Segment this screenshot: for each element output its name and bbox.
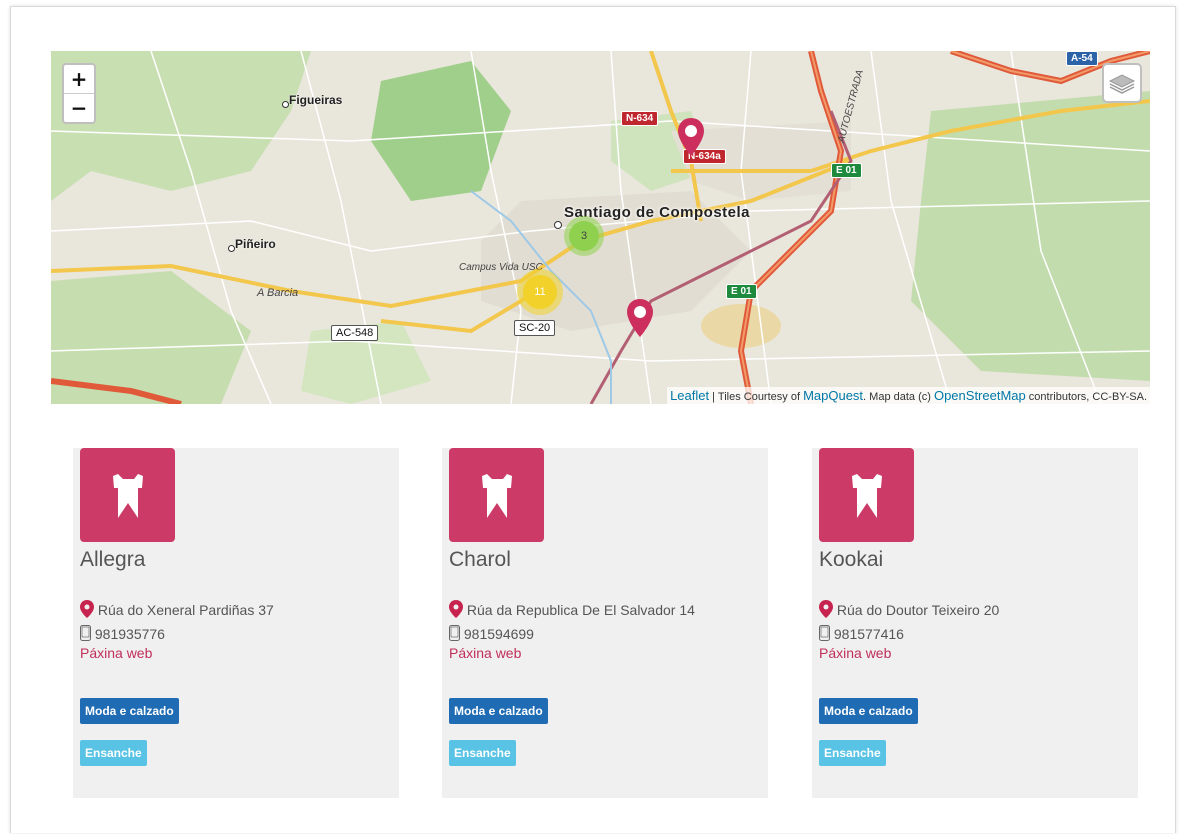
store-phone: 981594699 xyxy=(463,626,534,642)
store-phone-row: 981594699 xyxy=(449,625,534,642)
store-phone: 981577416 xyxy=(833,626,904,642)
category-tag-button[interactable]: Moda e calzado xyxy=(449,698,548,724)
town-dot xyxy=(228,245,235,252)
store-phone-row: 981577416 xyxy=(819,625,904,642)
phone-icon xyxy=(80,625,91,641)
road-shield-n634: N-634 xyxy=(621,111,659,126)
cluster-count: 11 xyxy=(523,275,557,309)
store-name: Allegra xyxy=(80,548,146,571)
store-category-icon[interactable] xyxy=(819,448,914,542)
map-pin-marker[interactable] xyxy=(626,298,654,338)
store-name: Charol xyxy=(449,548,511,571)
road-shield-ac548: AC-548 xyxy=(331,325,379,341)
attribution-text: contributors, CC-BY-SA. xyxy=(1025,391,1147,403)
category-tag-button[interactable]: Moda e calzado xyxy=(819,698,918,724)
map-attribution: Leaflet | Tiles Courtesy of MapQuest. Ma… xyxy=(667,387,1150,404)
store-website-link[interactable]: Páxina web xyxy=(449,645,521,661)
road-shield-sc20: SC-20 xyxy=(514,320,556,336)
store-card: Allegra Rúa do Xeneral Pardiñas 37 98193… xyxy=(73,448,399,798)
map-label-figueiras: Figueiras xyxy=(289,93,343,107)
road-shield-e01-top: E 01 xyxy=(831,163,862,178)
area-tag-button[interactable]: Ensanche xyxy=(819,740,886,766)
store-phone: 981935776 xyxy=(94,626,165,642)
store-card: Charol Rúa da Republica De El Salvador 1… xyxy=(442,448,768,798)
area-tag-button[interactable]: Ensanche xyxy=(449,740,516,766)
store-card: Kookai Rúa do Doutor Teixeiro 20 9815774… xyxy=(812,448,1138,798)
phone-icon xyxy=(449,625,460,641)
town-dot xyxy=(282,101,289,108)
shirt-icon xyxy=(482,474,512,518)
map-label-abarcia: A Barcia xyxy=(257,287,299,299)
zoom-out-button[interactable]: − xyxy=(64,93,94,122)
store-address-row: Rúa do Doutor Teixeiro 20 xyxy=(819,600,999,618)
cluster-count: 3 xyxy=(569,221,599,251)
osm-link[interactable]: OpenStreetMap xyxy=(934,388,1026,403)
shirt-icon xyxy=(852,474,882,518)
marker-cluster-3[interactable]: 3 xyxy=(564,216,604,256)
store-website-link[interactable]: Páxina web xyxy=(819,645,891,661)
store-website-link[interactable]: Páxina web xyxy=(80,645,152,661)
phone-icon xyxy=(819,625,830,641)
shirt-icon xyxy=(113,474,143,518)
category-tag-button[interactable]: Moda e calzado xyxy=(80,698,179,724)
layers-control-button[interactable] xyxy=(1102,63,1142,103)
attribution-text: | Tiles Courtesy of xyxy=(709,391,804,403)
store-address: Rúa do Doutor Teixeiro 20 xyxy=(836,602,1000,618)
zoom-in-button[interactable]: + xyxy=(64,65,94,93)
map-label-pineiro: Piñeiro xyxy=(235,237,276,251)
store-address: Rúa da Republica De El Salvador 14 xyxy=(466,602,695,618)
store-address-row: Rúa do Xeneral Pardiñas 37 xyxy=(80,600,274,618)
map-label-campus: Campus Vida USC xyxy=(459,262,543,273)
store-category-icon[interactable] xyxy=(449,448,544,542)
attribution-text: . Map data (c) xyxy=(863,391,934,403)
store-name: Kookai xyxy=(819,548,884,571)
store-map[interactable]: Santiago de Compostela Figueiras Piñeiro… xyxy=(51,51,1150,404)
store-address-row: Rúa da Republica De El Salvador 14 xyxy=(449,600,695,618)
location-pin-icon xyxy=(80,600,94,618)
store-address: Rúa do Xeneral Pardiñas 37 xyxy=(97,602,274,618)
marker-cluster-11[interactable]: 11 xyxy=(517,269,563,315)
store-category-icon[interactable] xyxy=(80,448,175,542)
road-shield-a54: A-54 xyxy=(1066,51,1098,66)
zoom-control: + − xyxy=(62,63,96,124)
store-phone-row: 981935776 xyxy=(80,625,165,642)
map-pin-marker[interactable] xyxy=(677,117,705,157)
city-dot xyxy=(554,221,562,229)
layers-icon xyxy=(1108,74,1136,94)
road-shield-e01-mid: E 01 xyxy=(726,284,757,299)
mapquest-link[interactable]: MapQuest xyxy=(803,388,863,403)
area-tag-button[interactable]: Ensanche xyxy=(80,740,147,766)
location-pin-icon xyxy=(819,600,833,618)
location-pin-icon xyxy=(449,600,463,618)
leaflet-link[interactable]: Leaflet xyxy=(670,388,709,403)
